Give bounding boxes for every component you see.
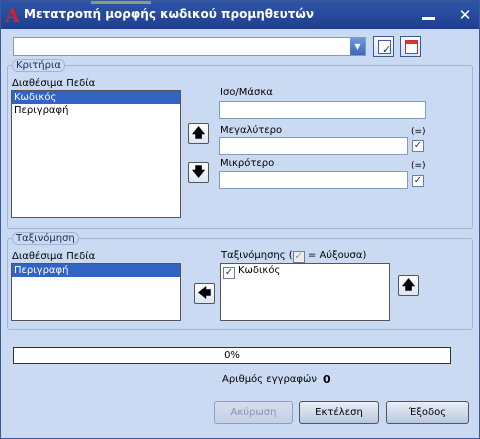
sorting-legend: Ταξινόμηση [12,232,79,245]
minimize-button[interactable] [417,4,441,26]
list-item[interactable]: Κωδικός [12,91,180,104]
window-title: Μετατροπή μορφής κωδικού προμηθευτών [24,7,315,21]
less-input[interactable] [219,171,408,189]
list-item[interactable]: ✓ Κωδικός [221,264,389,279]
list-item[interactable]: Περιγραφή [12,264,180,277]
sort-move-up-button[interactable]: 🡅 [398,275,419,296]
sort-order-list[interactable]: ✓ Κωδικός [220,263,390,321]
cancel-button[interactable]: Ακύρωση [214,401,293,424]
check-icon: ✓ [382,43,392,56]
check-icon: ✓ [294,251,303,262]
criteria-move-down-button[interactable]: 🡇 [188,162,209,183]
dialog-window: A Μετατροπή μορφής κωδικού προμηθευτών ✕… [0,0,480,439]
close-button[interactable]: ✕ [453,4,477,26]
greater-equal-checkbox[interactable]: ✓ [412,140,424,152]
legend-check-icon: ✓ [292,251,305,263]
sorting-available-list[interactable]: Περιγραφή [11,263,181,321]
criteria-fields-list[interactable]: Κωδικός Περιγραφή [11,90,181,218]
title-bar-accent [91,1,151,4]
progress-bar: 0% [13,347,451,364]
app-logo-icon: A [5,5,20,27]
new-format-button[interactable] [400,36,421,57]
record-count-label: Αριθμός εγγραφών [222,374,317,385]
less-equal-label: (=) [411,161,426,171]
sort-order-suffix: = Αύξουσα) [304,250,367,261]
sort-order-label: Ταξινόμησης (✓ = Αύξουσα) [221,250,367,263]
chevron-down-icon[interactable]: ▼ [350,38,365,55]
sorting-available-label: Διαθέσιμα Πεδία [12,251,96,262]
record-count-value: 0 [323,373,331,386]
greater-label: Μεγαλύτερο [220,125,283,136]
check-icon: ✓ [413,140,423,151]
execute-button[interactable]: Εκτέλεση [299,401,379,424]
check-icon: ✓ [413,175,423,186]
iso-mask-input[interactable] [219,101,426,119]
less-label: Μικρότερο [220,158,275,169]
document-red-icon [405,40,418,54]
arrow-down-icon: 🡇 [191,165,206,180]
arrow-left-icon: 🡄 [197,286,212,301]
title-bar[interactable]: A Μετατροπή μορφής κωδικού προμηθευτών ✕ [1,1,479,29]
criteria-move-up-button[interactable]: 🡅 [188,123,209,144]
exit-button[interactable]: Έξοδος [386,401,469,424]
iso-mask-label: Ισο/Μάσκα [220,87,273,98]
apply-format-button[interactable]: ✓ [373,36,394,57]
check-icon: ✓ [224,267,234,278]
criteria-legend: Κριτήρια [12,59,65,72]
sort-order-prefix: Ταξινόμησης ( [221,250,293,261]
sort-item-label: Κωδικός [238,265,281,276]
criteria-available-label: Διαθέσιμα Πεδία [12,78,96,89]
arrow-up-icon: 🡅 [191,126,206,141]
greater-equal-label: (=) [411,127,426,137]
arrow-up-icon: 🡅 [401,278,416,293]
progress-text: 0% [224,350,240,361]
less-equal-checkbox[interactable]: ✓ [412,175,424,187]
list-item[interactable]: Περιγραφή [12,104,180,117]
sort-item-checkbox[interactable]: ✓ [223,267,235,279]
sort-move-left-button[interactable]: 🡄 [194,283,215,304]
format-select[interactable]: ▼ [13,37,366,56]
greater-input[interactable] [219,137,408,155]
